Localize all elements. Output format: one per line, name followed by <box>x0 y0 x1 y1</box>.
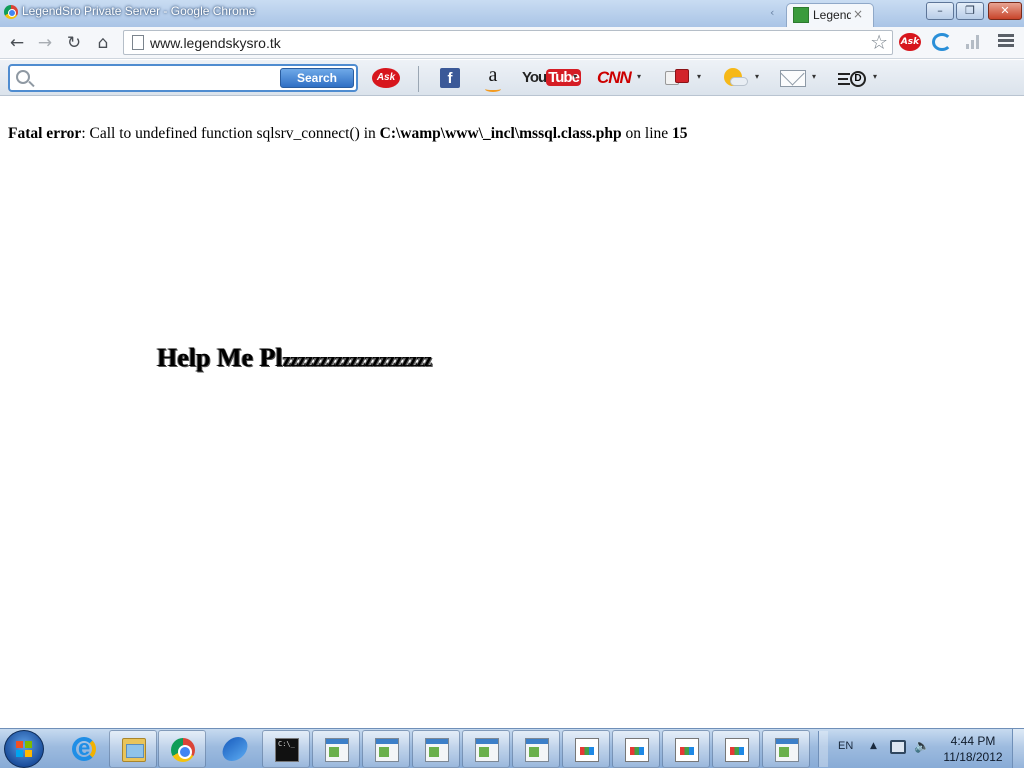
taskbar-window[interactable] <box>412 730 460 768</box>
menu-icon[interactable] <box>998 34 1014 48</box>
folder-icon <box>122 738 146 762</box>
cnn-icon[interactable]: CNN <box>597 68 632 88</box>
show-hidden-icons-icon[interactable]: ▲ <box>870 741 877 751</box>
command-prompt-icon <box>275 738 299 762</box>
taskbar-explorer[interactable] <box>109 730 157 768</box>
star-icon[interactable]: ☆ <box>870 31 888 53</box>
sync-extension-icon[interactable] <box>932 33 952 51</box>
window-icon <box>775 738 799 762</box>
toolbar-divider <box>418 66 419 92</box>
facebook-icon[interactable]: f <box>440 68 460 88</box>
ask-toolbar: Search Ask f a You Tube ▾ CNN ▾ ▾ ▾ ▾ D ▾ <box>0 60 1024 96</box>
close-window-button[interactable]: ✕ <box>988 2 1022 20</box>
site-favicon-icon <box>793 7 809 23</box>
taskbar-window[interactable] <box>312 730 360 768</box>
mail-dropdown-caret[interactable]: ▾ <box>812 72 816 81</box>
taskbar-paint[interactable] <box>612 730 660 768</box>
tab-close-icon[interactable]: × <box>853 7 863 21</box>
window-icon <box>325 738 349 762</box>
dictionary-letter: D <box>850 71 866 87</box>
taskbar-chrome[interactable] <box>158 730 206 768</box>
php-error-message: Fatal error: Call to undefined function … <box>8 125 688 143</box>
signal-extension-icon[interactable] <box>966 35 982 49</box>
tab-active[interactable]: Legend × <box>786 3 874 27</box>
taskbar-window[interactable] <box>512 730 560 768</box>
taskbar-internet-explorer[interactable] <box>60 730 108 768</box>
page-content: Fatal error: Call to undefined function … <box>0 97 1024 728</box>
taskbar-window[interactable] <box>362 730 410 768</box>
taskbar-scroll[interactable] <box>818 731 828 767</box>
error-line-number: 15 <box>672 125 688 142</box>
window-icon <box>475 738 499 762</box>
amazon-icon[interactable]: a <box>482 64 504 92</box>
windows-taskbar: EN ▲ 🔈 4:44 PM 11/18/2012 <box>0 728 1024 768</box>
home-icon[interactable]: ⌂ <box>92 32 114 54</box>
cnn-dropdown-caret[interactable]: ▾ <box>637 72 641 81</box>
volume-icon[interactable]: 🔈 <box>914 740 930 754</box>
system-clock[interactable]: 4:44 PM 11/18/2012 <box>938 733 1008 765</box>
url-text[interactable]: www.legendskysro.tk <box>150 35 281 51</box>
heading-tail: zzzzzzzzzzzzzzzzzzzz <box>282 350 433 371</box>
taskbar-paint[interactable] <box>562 730 610 768</box>
language-indicator[interactable]: EN <box>838 740 853 752</box>
address-bar[interactable]: www.legendskysro.tk ☆ <box>123 30 893 55</box>
error-file-path: C:\wamp\www\_incl\mssql.class.php <box>379 125 622 142</box>
window-icon <box>425 738 449 762</box>
search-input[interactable] <box>38 69 278 87</box>
forward-arrow-icon[interactable]: → <box>34 32 56 54</box>
page-heading: Help Me Plzzzzzzzzzzzzzzzzzzzz <box>157 343 433 373</box>
maximize-button[interactable]: ❐ <box>956 2 984 20</box>
window-title: LegendSro Private Server - Google Chrome <box>22 4 256 18</box>
paint-icon <box>575 738 599 762</box>
heading-main: Help Me Pl <box>157 343 283 372</box>
games-dropdown-caret[interactable]: ▾ <box>697 72 701 81</box>
search-button[interactable]: Search <box>280 68 354 88</box>
tab-title: Legend <box>813 8 851 22</box>
taskbar-paint[interactable] <box>662 730 710 768</box>
error-label: Fatal error <box>8 125 82 142</box>
clock-time: 4:44 PM <box>950 734 996 748</box>
taskbar-app[interactable] <box>211 730 259 768</box>
weather-dropdown-caret[interactable]: ▾ <box>755 72 759 81</box>
dictionary-icon[interactable]: D <box>838 68 868 90</box>
error-text: : Call to undefined function sqlsrv_conn… <box>81 125 380 142</box>
show-desktop-button[interactable] <box>1012 729 1024 768</box>
minimize-button[interactable]: – <box>926 2 954 20</box>
internet-explorer-icon <box>72 735 96 761</box>
taskbar-window[interactable] <box>762 730 810 768</box>
paint-icon <box>725 738 749 762</box>
taskbar-window[interactable] <box>462 730 510 768</box>
ask-extension-icon[interactable]: Ask <box>899 33 921 51</box>
taskbar-paint[interactable] <box>712 730 760 768</box>
app-icon <box>219 737 251 761</box>
paint-icon <box>675 738 699 762</box>
reload-icon[interactable]: ↻ <box>63 32 85 54</box>
mail-icon[interactable] <box>780 70 806 87</box>
browser-toolbar: ← → ↻ ⌂ www.legendskysro.tk ☆ Ask <box>0 27 1024 59</box>
window-icon <box>525 738 549 762</box>
ask-search-box: Search <box>8 64 358 92</box>
back-arrow-icon[interactable]: ← <box>6 32 28 54</box>
chrome-icon <box>171 738 195 762</box>
youtube-you: You <box>522 69 547 86</box>
chrome-icon <box>4 5 18 19</box>
error-text-2: on line <box>621 125 673 142</box>
search-icon <box>16 70 30 84</box>
windows-start-icon[interactable] <box>4 730 44 768</box>
dictionary-dropdown-caret[interactable]: ▾ <box>873 72 877 81</box>
tab-scroll-left-button[interactable]: ‹ <box>770 6 784 22</box>
weather-icon[interactable] <box>724 68 750 88</box>
clock-date: 11/18/2012 <box>943 750 1003 764</box>
page-icon <box>132 35 144 50</box>
paint-icon <box>625 738 649 762</box>
youtube-dropdown-caret[interactable]: ▾ <box>573 72 577 81</box>
ask-logo-button[interactable]: Ask <box>372 68 400 88</box>
network-icon[interactable] <box>890 740 906 754</box>
taskbar-command-prompt[interactable] <box>262 730 310 768</box>
dice-icon[interactable] <box>665 69 693 87</box>
window-icon <box>375 738 399 762</box>
window-title-bar: LegendSro Private Server - Google Chrome… <box>0 0 1024 27</box>
